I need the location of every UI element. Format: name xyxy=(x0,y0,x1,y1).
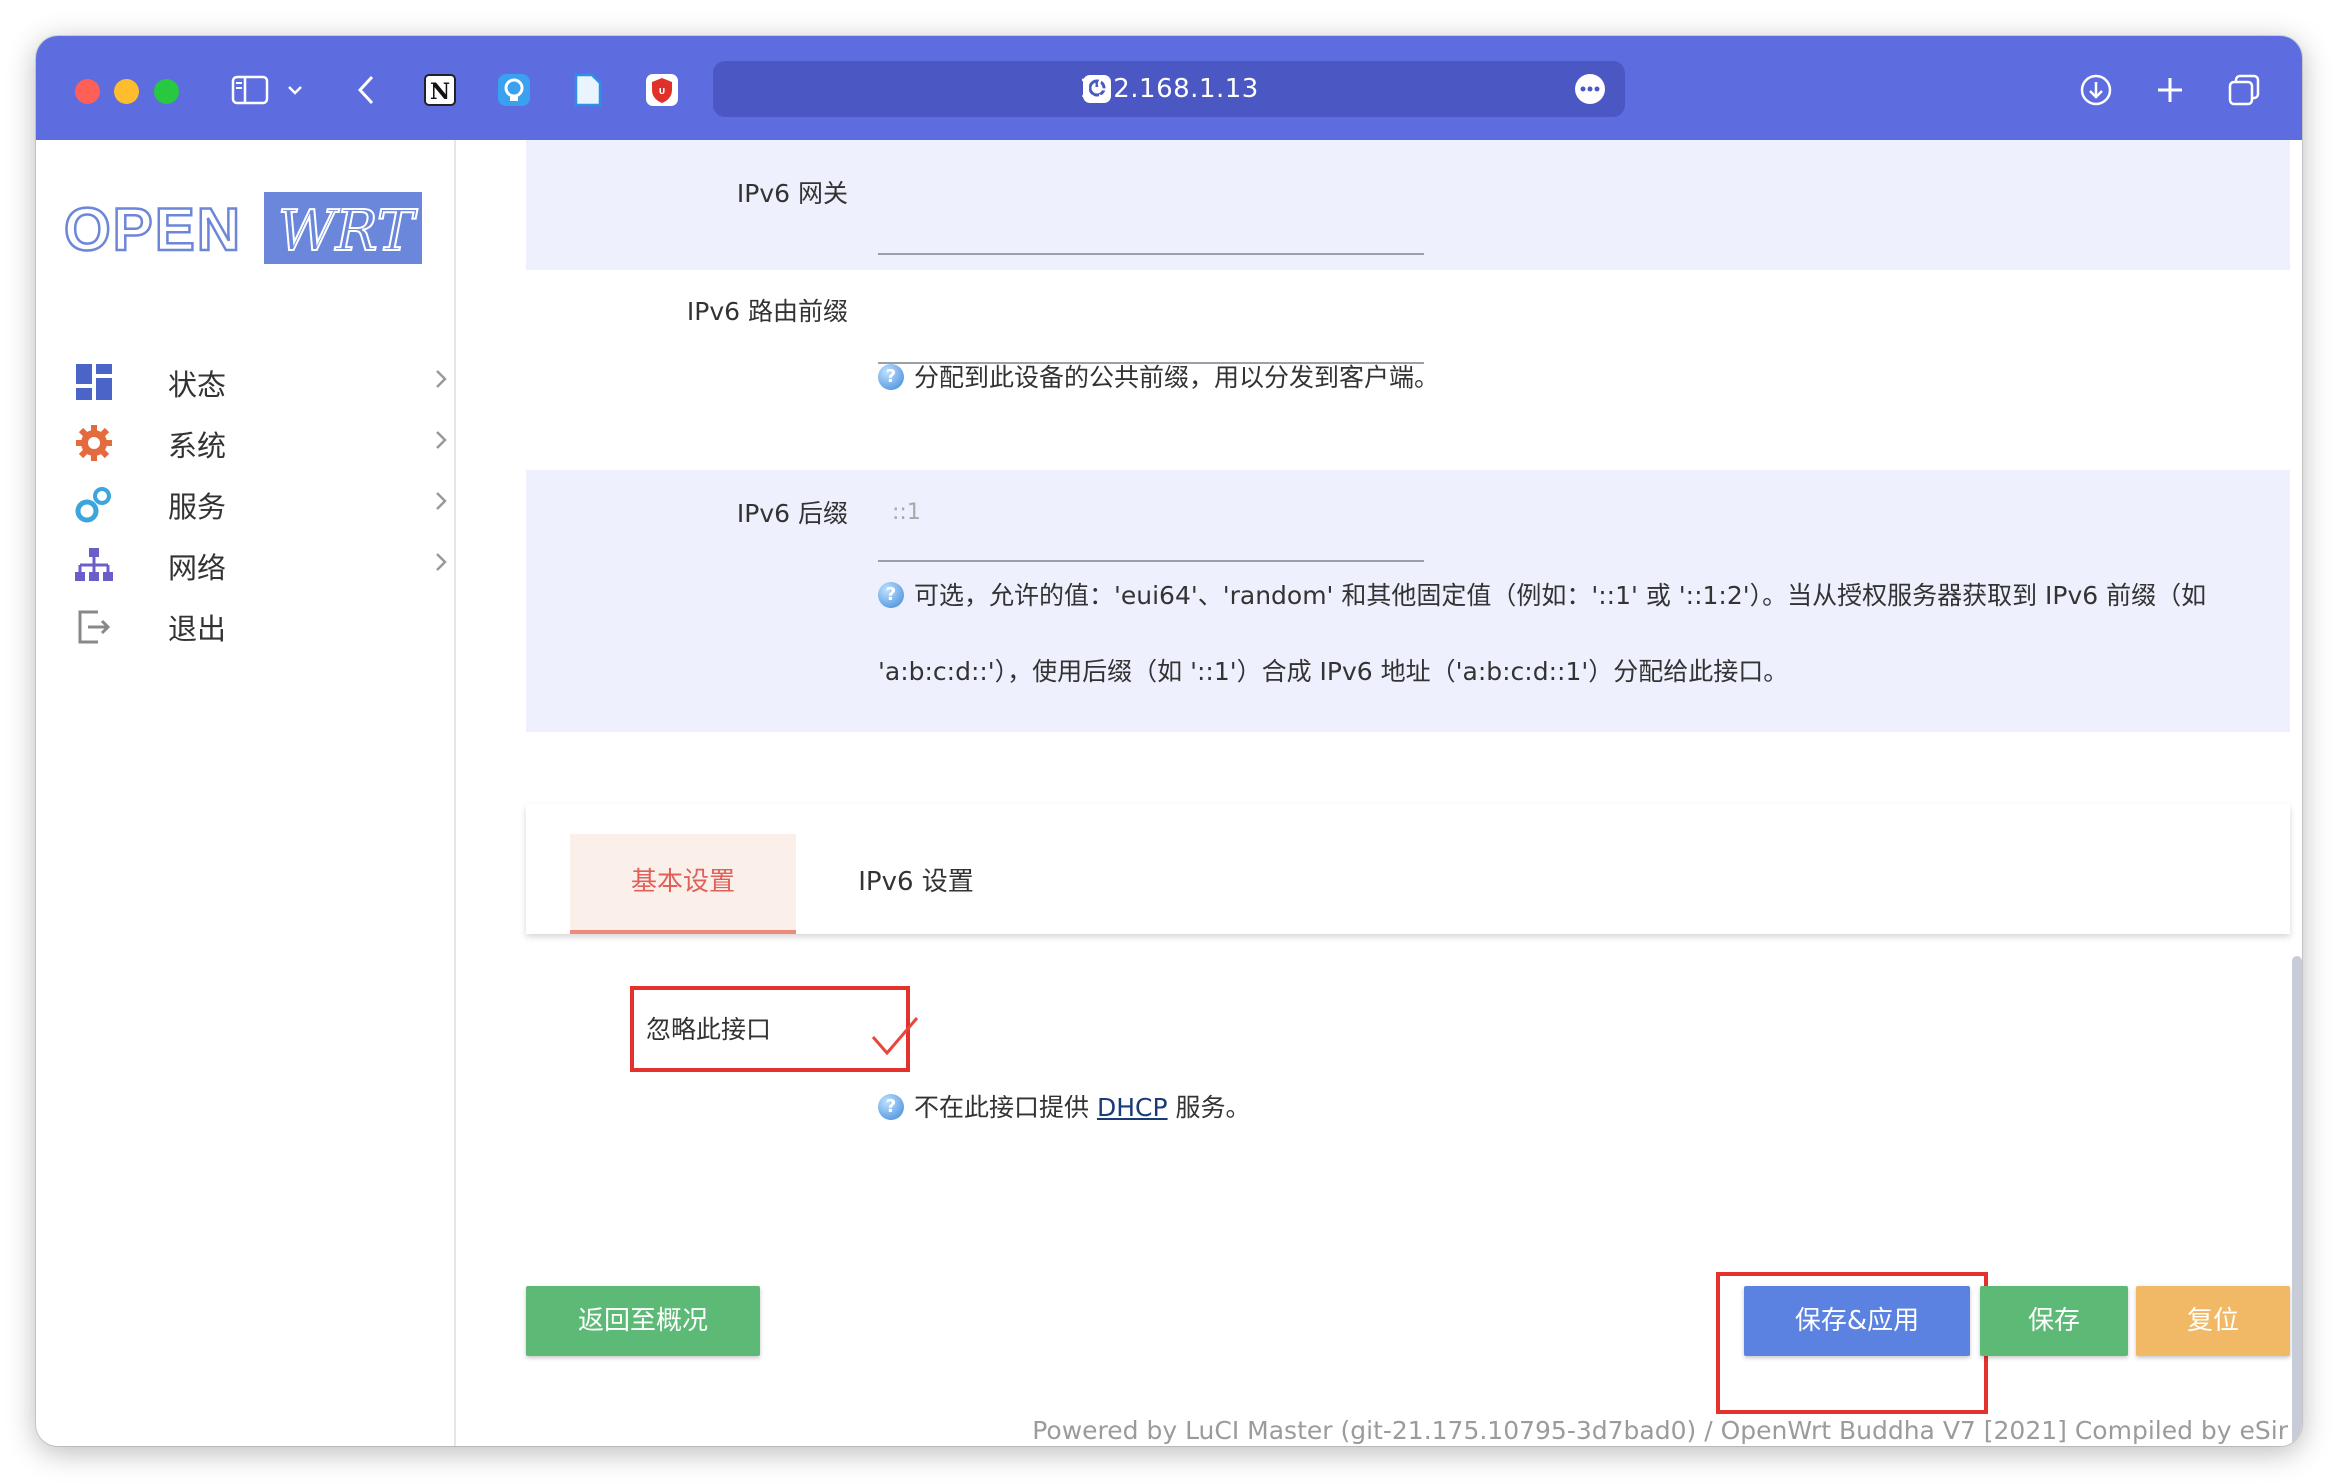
minimize-window-button[interactable] xyxy=(114,79,139,104)
ipv6-suffix-row: IPv6 后缀 ::1 ? 可选，允许的值：'eui64'、'random' 和其… xyxy=(526,470,2290,732)
save-button[interactable]: 保存 xyxy=(1980,1286,2128,1356)
ignore-interface-hint: ? 不在此接口提供 DHCP 服务。 xyxy=(878,1070,1251,1146)
sidebar-item-label: 系统 xyxy=(168,429,227,463)
new-tab-icon[interactable] xyxy=(2146,66,2194,114)
ipv6-gateway-label: IPv6 网关 xyxy=(736,179,848,208)
ipv6-suffix-placeholder: ::1 xyxy=(892,500,921,525)
chevron-right-icon xyxy=(434,551,448,577)
close-window-button[interactable] xyxy=(75,79,100,104)
sidebar-item-label: 状态 xyxy=(168,368,227,402)
ipv6-gateway-row: IPv6 网关 xyxy=(526,140,2290,270)
ipv6-suffix-input[interactable] xyxy=(878,560,1424,562)
save-apply-button[interactable]: 保存&应用 xyxy=(1744,1286,1970,1356)
footer-powered-by: Powered by LuCI Master (git-21.175.10795… xyxy=(1032,1416,2288,1445)
tab-overview-icon[interactable] xyxy=(2220,66,2268,114)
chevron-right-icon xyxy=(434,429,448,455)
settings-tabs: 基本设置 IPv6 设置 xyxy=(526,804,2290,934)
address-bar[interactable]: 192.168.1.13 xyxy=(713,61,1625,117)
ignore-interface-checkbox[interactable] xyxy=(870,1015,920,1061)
ipv6-prefix-hint-text: 分配到此设备的公共前缀，用以分发到客户端。 xyxy=(914,363,1440,392)
zoom-window-button[interactable] xyxy=(154,79,179,104)
back-arrow-icon[interactable] xyxy=(342,66,390,114)
ignore-hint-before: 不在此接口提供 xyxy=(914,1093,1090,1122)
tab-ipv6-settings[interactable]: IPv6 设置 xyxy=(816,834,1016,930)
ipv6-suffix-label: IPv6 后缀 xyxy=(736,499,848,528)
help-icon: ? xyxy=(878,364,904,390)
ignore-interface-label: 忽略此接口 xyxy=(646,1015,772,1044)
sidebar-item-label: 网络 xyxy=(168,551,227,585)
svg-text:U: U xyxy=(659,87,666,96)
notion-extension-icon[interactable]: N xyxy=(416,66,464,114)
sidebar-item-logout[interactable]: 退出 xyxy=(74,596,454,656)
reset-button[interactable]: 复位 xyxy=(2136,1286,2290,1356)
scrollbar[interactable] xyxy=(2292,956,2302,1446)
shield-extension-icon[interactable]: U xyxy=(638,66,686,114)
gear-icon xyxy=(74,423,114,463)
tab-basic-settings[interactable]: 基本设置 xyxy=(570,834,796,934)
download-icon[interactable] xyxy=(2072,66,2120,114)
openwrt-logo: OPEN WRT xyxy=(63,192,424,268)
chevron-down-icon[interactable] xyxy=(280,66,310,114)
sidebar-item-label: 服务 xyxy=(168,490,227,524)
sidebar-item-system[interactable]: 系统 xyxy=(74,413,454,473)
help-icon: ? xyxy=(878,1094,904,1120)
document-extension-icon[interactable] xyxy=(564,66,612,114)
ipv6-prefix-hint: ? 分配到此设备的公共前缀，用以分发到客户端。 xyxy=(878,340,1439,416)
ipv6-suffix-hint-line1: 可选，允许的值：'eui64'、'random' 和其他固定值（例如：'::1'… xyxy=(914,581,2207,610)
logo-text-open: OPEN xyxy=(64,196,242,263)
logout-icon xyxy=(74,606,114,646)
ipv6-suffix-hint-line2: 'a:b:c:d::'），使用后缀（如 '::1'）合成 IPv6 地址（'a:… xyxy=(878,657,1789,686)
svg-text:N: N xyxy=(430,79,450,105)
ignore-hint-after: 服务。 xyxy=(1175,1093,1251,1122)
dashboard-icon xyxy=(74,362,114,402)
sidebar-item-network[interactable]: 网络 xyxy=(74,535,454,595)
sidebar-item-services[interactable]: 服务 xyxy=(74,474,454,534)
network-icon xyxy=(74,545,114,585)
logo-text-wrt: WRT xyxy=(278,199,418,264)
ipv6-suffix-hint: ? 可选，允许的值：'eui64'、'random' 和其他固定值（例如：'::1… xyxy=(878,566,2278,702)
ipv6-prefix-label: IPv6 路由前缀 xyxy=(686,297,848,326)
sidebar-item-status[interactable]: 状态 xyxy=(74,352,454,412)
gears-icon xyxy=(74,484,114,524)
browser-toolbar: N U 192.168.1.13 xyxy=(36,36,2302,140)
sidebar: OPEN WRT 状态 系统 服务 网络 退出 xyxy=(36,140,456,1446)
url-text: 192.168.1.13 xyxy=(1079,74,1259,104)
bulb-extension-icon[interactable] xyxy=(490,66,538,114)
ipv6-gateway-input[interactable] xyxy=(878,253,1424,255)
chevron-right-icon xyxy=(434,368,448,394)
more-options-icon[interactable] xyxy=(1575,74,1605,104)
main-content: IPv6 网关 IPv6 路由前缀 ? 分配到此设备的公共前缀，用以分发到客户端。… xyxy=(456,140,2302,1446)
back-to-overview-button[interactable]: 返回至概况 xyxy=(526,1286,760,1356)
dhcp-link[interactable]: DHCP xyxy=(1097,1093,1168,1122)
sidebar-item-label: 退出 xyxy=(168,612,227,646)
chevron-right-icon xyxy=(434,490,448,516)
help-icon: ? xyxy=(878,582,904,608)
sidebar-toggle-icon[interactable] xyxy=(226,66,274,114)
browser-window: N U 192.168.1.13 OPEN WRT 状态 系统 服务 网络 退出… xyxy=(36,36,2302,1446)
